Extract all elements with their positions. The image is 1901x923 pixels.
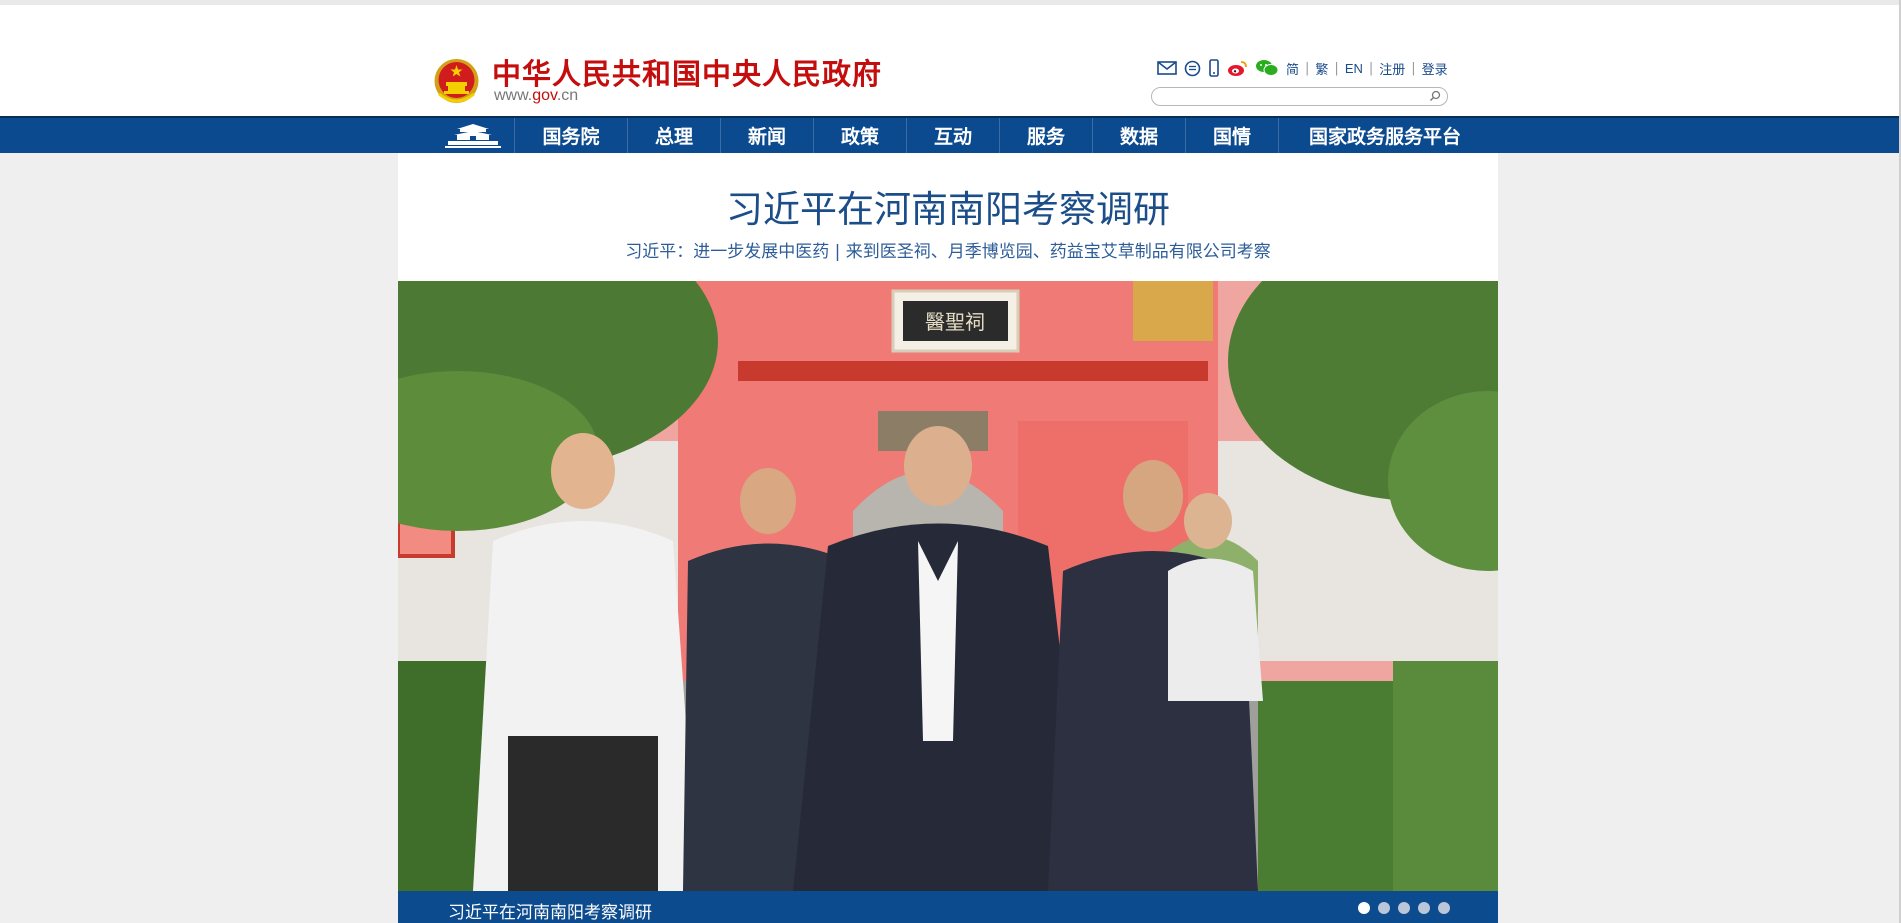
nav-item-services[interactable]: 服务 [1000, 118, 1093, 153]
search-input[interactable] [1151, 87, 1448, 106]
nav-item-data[interactable]: 数据 [1093, 118, 1186, 153]
english-link[interactable]: EN [1345, 61, 1363, 76]
carousel-caption-bar: 习近平在河南南阳考察调研 [398, 891, 1498, 923]
nav-item-interaction[interactable]: 互动 [907, 118, 1000, 153]
subhead-link-visit[interactable]: 来到医圣祠、月季博览园、药益宝艾草制品有限公司考察 [846, 242, 1271, 262]
register-link[interactable]: 注册 [1379, 59, 1405, 78]
nav-item-state-council[interactable]: 国务院 [515, 118, 628, 153]
header-tools: 简 | 繁 | EN | 注册 | 登录 [1157, 58, 1448, 78]
carousel-dot-2[interactable] [1378, 902, 1390, 914]
separator: | [1305, 60, 1310, 76]
national-emblem-icon [434, 59, 479, 103]
simplified-chinese-link[interactable]: 简 [1286, 59, 1299, 78]
traditional-chinese-link[interactable]: 繁 [1315, 59, 1328, 78]
subheadline: 习近平：进一步发展中医药 | 来到医圣祠、月季博览园、药益宝艾草制品有限公司考察 [398, 237, 1498, 262]
carousel-dot-4[interactable] [1418, 902, 1430, 914]
url-prefix: www. [494, 87, 533, 104]
main-nav: 国务院 总理 新闻 政策 互动 服务 数据 国情 国家政务服务平台 [0, 116, 1899, 153]
site-url: www.gov.cn [494, 87, 578, 105]
carousel-caption[interactable]: 习近平在河南南阳考察调研 [448, 898, 652, 923]
url-suffix: .cn [556, 87, 579, 104]
mail-icon[interactable] [1157, 61, 1177, 75]
headline-link[interactable]: 习近平在河南南阳考察调研 [398, 179, 1498, 233]
nav-home[interactable] [431, 118, 515, 153]
nav-item-national-info[interactable]: 国情 [1186, 118, 1279, 153]
carousel-photo-illustration: 醫聖祠 [398, 281, 1498, 891]
subhead-link-tcm[interactable]: 习近平：进一步发展中医药 [625, 242, 829, 262]
carousel-dots [1350, 902, 1450, 914]
plaque-text: 醫聖祠 [925, 310, 985, 334]
carousel-photo[interactable]: 醫聖祠 [398, 281, 1498, 891]
carousel-dot-5[interactable] [1438, 902, 1450, 914]
header: 中华人民共和国中央人民政府 www.gov.cn 简 | 繁 | EN | 注册… [0, 0, 1901, 116]
nav-item-premier[interactable]: 总理 [628, 118, 721, 153]
main-content: 习近平在河南南阳考察调研 习近平：进一步发展中医药 | 来到医圣祠、月季博览园、… [398, 153, 1498, 923]
nav-item-gov-service-platform[interactable]: 国家政务服务平台 [1279, 118, 1491, 153]
subhead-separator: | [829, 242, 846, 262]
carousel-dot-1[interactable] [1358, 902, 1370, 914]
separator: | [1334, 60, 1339, 76]
chat-icon[interactable] [1184, 60, 1201, 77]
wechat-icon[interactable] [1255, 59, 1279, 77]
separator: | [1411, 60, 1416, 76]
nav-item-news[interactable]: 新闻 [721, 118, 814, 153]
tiananmen-icon [444, 123, 501, 148]
separator: | [1368, 60, 1374, 76]
carousel-dot-3[interactable] [1398, 902, 1410, 914]
search-icon[interactable] [1429, 90, 1441, 102]
weibo-icon[interactable] [1227, 60, 1248, 77]
url-gov: gov [532, 87, 557, 104]
login-link[interactable]: 登录 [1422, 59, 1448, 78]
mobile-icon[interactable] [1208, 59, 1220, 77]
nav-item-policy[interactable]: 政策 [814, 118, 907, 153]
